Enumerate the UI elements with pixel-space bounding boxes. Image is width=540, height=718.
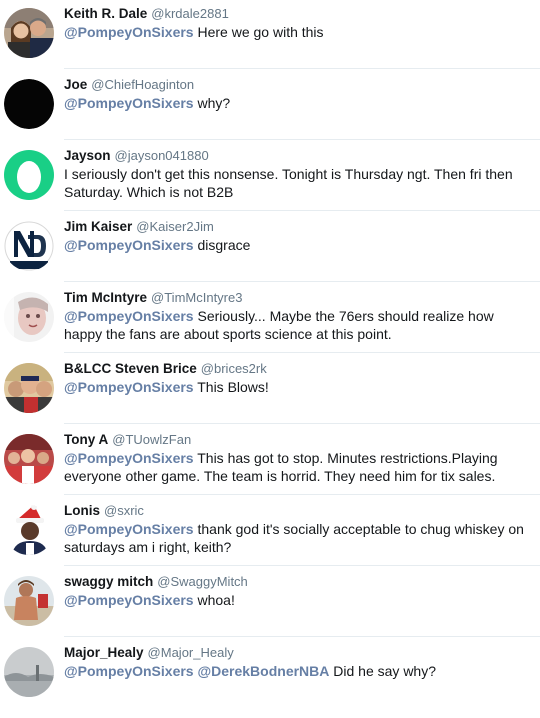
mention-link[interactable]: @PompeyOnSixers [64,95,194,111]
default-egg-avatar[interactable] [4,150,54,200]
user-name[interactable]: B&LCC Steven Brice [64,361,197,376]
user-name[interactable]: Major_Healy [64,645,144,660]
user-name[interactable]: swaggy mitch [64,574,153,589]
user-name[interactable]: Lonis [64,503,100,518]
tweet-text: @PompeyOnSixers This Blows! [64,378,528,396]
mention-link[interactable]: @PompeyOnSixers [64,237,194,253]
tweet-header: Lonis @sxric [64,502,528,520]
mention-link[interactable]: @DerekBodnerNBA [197,663,329,679]
tweet-text: @PompeyOnSixers why? [64,94,528,112]
tweet-text: @PompeyOnSixers whoa! [64,591,528,609]
user-handle[interactable]: @Major_Healy [148,645,234,660]
tweet-content: Joe @ChiefHoaginton @PompeyOnSixers why? [64,76,528,112]
user-handle[interactable]: @TimMcIntyre3 [151,290,242,305]
tweet-text: @PompeyOnSixers thank god it's socially … [64,520,528,556]
tweet-text: @PompeyOnSixers disgrace [64,236,528,254]
tweet-header: B&LCC Steven Brice @brices2rk [64,360,528,378]
tweet-header: swaggy mitch @SwaggyMitch [64,573,528,591]
mention-link[interactable]: @PompeyOnSixers [64,379,194,395]
tweet-header: Keith R. Dale @krdale2881 [64,5,528,23]
tweet-text: @PompeyOnSixers This has got to stop. Mi… [64,449,528,485]
tweet-content: Keith R. Dale @krdale2881 @PompeyOnSixers… [64,5,528,41]
user-name[interactable]: Tony A [64,432,108,447]
tweet-item[interactable]: Major_Healy @Major_Healy @PompeyOnSixers … [0,644,540,718]
user-name[interactable]: Tim McIntyre [64,290,147,305]
tweet-text: @PompeyOnSixers Seriously... Maybe the 7… [64,307,528,343]
group-photo-avatar[interactable] [4,363,54,413]
tweet-divider [64,210,540,211]
tweet-body: Did he say why? [333,663,436,679]
user-name[interactable]: Joe [64,77,87,92]
tweet-content: swaggy mitch @SwaggyMitch @PompeyOnSixers… [64,573,528,609]
black-circle-avatar[interactable] [4,79,54,129]
reply-feed: Keith R. Dale @krdale2881 @PompeyOnSixers… [0,0,540,700]
misty-landscape-avatar[interactable] [4,647,54,697]
tweet-header: Jayson @jayson041880 [64,147,528,165]
tweet-divider [64,281,540,282]
mention-link[interactable]: @PompeyOnSixers [64,521,194,537]
notre-dame-logo-avatar[interactable] [4,221,54,271]
tweet-divider [64,352,540,353]
user-handle[interactable]: @sxric [104,503,144,518]
tweet-text: @PompeyOnSixers Here we go with this [64,23,528,41]
tweet-divider [64,565,540,566]
mention-link[interactable]: @PompeyOnSixers [64,24,194,40]
tweet-content: Tony A @TUowlzFan @PompeyOnSixers This ha… [64,431,528,485]
tweet-text: I seriously don't get this nonsense. Ton… [64,165,528,201]
beach-photo-avatar[interactable] [4,576,54,626]
user-name[interactable]: Keith R. Dale [64,6,147,21]
user-handle[interactable]: @brices2rk [201,361,267,376]
tweet-content: Jim Kaiser @Kaiser2Jim @PompeyOnSixers di… [64,218,528,254]
tweet-content: Lonis @sxric @PompeyOnSixers thank god it… [64,502,528,556]
tweet-content: Jayson @jayson041880 I seriously don't ge… [64,147,528,201]
mention-link[interactable]: @PompeyOnSixers [64,592,194,608]
user-name[interactable]: Jayson [64,148,111,163]
tweet-divider [64,139,540,140]
tweet-body: This Blows! [197,379,269,395]
user-handle[interactable]: @SwaggyMitch [157,574,248,589]
mention-link[interactable]: @PompeyOnSixers [64,308,194,324]
tweet-divider [64,68,540,69]
tweet-header: Tony A @TUowlzFan [64,431,528,449]
tweet-content: B&LCC Steven Brice @brices2rk @PompeyOnSi… [64,360,528,396]
santa-hat-avatar[interactable] [4,505,54,555]
tweet-header: Major_Healy @Major_Healy [64,644,528,662]
tweet-header: Jim Kaiser @Kaiser2Jim [64,218,528,236]
user-name[interactable]: Jim Kaiser [64,219,132,234]
tweet-body: Here we go with this [197,24,324,40]
user-handle[interactable]: @ChiefHoaginton [91,77,194,92]
crowd-photo-avatar[interactable] [4,434,54,484]
portrait-avatar[interactable] [4,292,54,342]
tweet-text: @PompeyOnSixers @DerekBodnerNBA Did he s… [64,662,528,680]
tweet-body: I seriously don't get this nonsense. Ton… [64,166,513,200]
tweet-header: Tim McIntyre @TimMcIntyre3 [64,289,528,307]
tweet-body: whoa! [197,592,235,608]
tweet-divider [64,636,540,637]
tweet-header: Joe @ChiefHoaginton [64,76,528,94]
mention-link[interactable]: @PompeyOnSixers [64,450,194,466]
user-handle[interactable]: @jayson041880 [115,148,209,163]
user-handle[interactable]: @TUowlzFan [112,432,191,447]
tweet-divider [64,423,540,424]
user-handle[interactable]: @Kaiser2Jim [136,219,214,234]
tweet-content: Major_Healy @Major_Healy @PompeyOnSixers … [64,644,528,680]
tweet-body: disgrace [197,237,251,253]
couple-photo-avatar[interactable] [4,8,54,58]
mention-link[interactable]: @PompeyOnSixers [64,663,194,679]
user-handle[interactable]: @krdale2881 [151,6,229,21]
tweet-body: why? [197,95,231,111]
tweet-content: Tim McIntyre @TimMcIntyre3 @PompeyOnSixer… [64,289,528,343]
tweet-divider [64,494,540,495]
